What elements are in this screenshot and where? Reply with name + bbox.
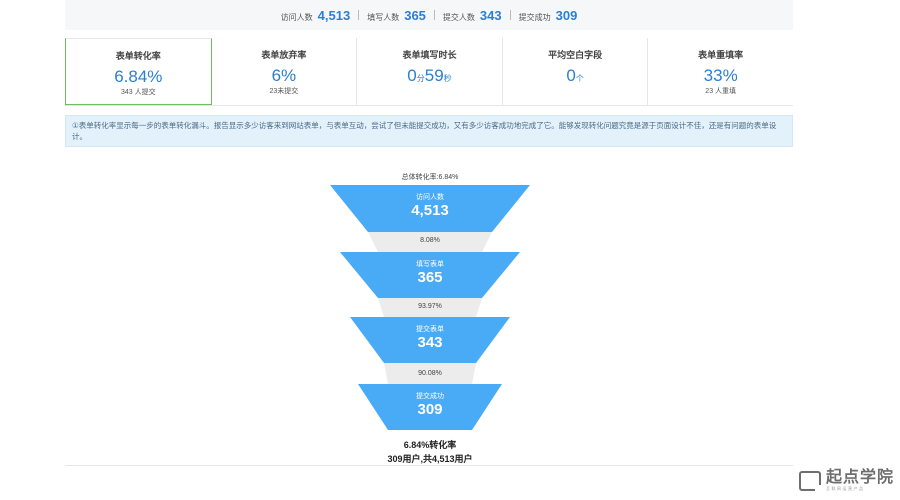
seconds-unit: 秒 [443,74,452,83]
card-sub: 343 人提交 [120,89,156,96]
card-sub: 23未提交 [269,88,299,95]
stage-value: 309 [417,401,443,418]
stat-label: 访问人数 [280,12,313,22]
stage-value: 343 [417,334,443,351]
blank-count: 0 [566,66,576,85]
stat-label: 提交人数 [442,12,475,22]
tab-abandon-rate[interactable]: 表单放弃率 6% 23未提交 [212,38,358,105]
stage-name: 提交成功 [416,393,444,400]
stage-visitors: 访问人数 4,513 [330,193,530,219]
logo-text: 起点学院 互联网运营产品 [826,470,894,492]
stage-submitted: 提交表单 343 [350,325,510,351]
divider [509,10,511,20]
card-label: 平均空白字段 [548,50,603,60]
minutes-unit: 分 [416,74,425,83]
page-root: 访问人数 4,513 填写人数 365 提交人数 343 提交成功 309 表单… [0,0,900,500]
metric-tabs: 表单转化率 6.84% 343 人提交 表单放弃率 6% 23未提交 表单填写时… [65,38,793,106]
rate-label: 8.08% [420,237,440,244]
stat-success: 提交成功 309 [519,8,578,23]
stage-value: 365 [417,269,443,286]
stat-value: 4,513 [317,7,351,23]
stat-fillers: 填写人数 365 [367,8,426,23]
card-label: 表单重填率 [698,50,744,60]
divider [65,465,793,466]
stage-name: 提交表单 [416,326,444,333]
card-value: 6.84% [114,67,163,86]
stat-visitors: 访问人数 4,513 [281,8,351,23]
logo-icon [798,471,822,492]
stage-success: 提交成功 309 [358,392,502,418]
rate-label: 93.97% [418,303,442,310]
card-value: 6% [271,66,297,85]
stage-name: 访问人数 [416,194,444,201]
tab-refill-rate[interactable]: 表单重填率 33% 23 人重填 [648,38,793,105]
stage-value: 4,513 [411,202,449,219]
stage-filled: 填写表单 365 [340,260,520,286]
card-label: 表单放弃率 [261,50,307,60]
rate-label: 90.08% [418,370,442,377]
tab-conversion-rate[interactable]: 表单转化率 6.84% 343 人提交 [65,38,212,105]
summary-users: 309用户,共4,513用户 [387,454,473,464]
tab-fill-duration[interactable]: 表单填写时长 0分59秒 [357,38,503,105]
logo-name: 起点学院 [825,469,894,486]
info-banner: ①表单转化率显示每一步的表单转化漏斗。报告显示多少访客来到网站表单，与表单互动，… [65,115,793,147]
card-value: 0个 [566,67,583,87]
brand-logo: 起点学院 互联网运营产品 [798,470,894,492]
stat-submitters: 提交人数 343 [443,8,502,23]
stat-label: 填写人数 [367,12,400,22]
logo-sub: 互联网运营产品 [825,486,865,491]
stat-label: 提交成功 [518,12,551,22]
card-label: 表单转化率 [115,51,161,61]
stat-value: 365 [404,7,426,23]
card-label: 表单填写时长 [402,50,457,60]
minutes-value: 0 [407,66,417,85]
blank-unit: 个 [575,74,584,83]
stage-name: 填写表单 [416,261,444,268]
card-value: 0分59秒 [407,67,451,87]
card-sub: 23 人重填 [705,88,737,95]
funnel-title: 总体转化率:6.84% [401,174,459,181]
divider [433,10,435,20]
info-text: ①表单转化率显示每一步的表单转化漏斗。报告显示多少访客来到网站表单，与表单互动，… [72,121,777,141]
summary-rate: 6.84%转化率 [403,440,457,450]
seconds-value: 59 [424,66,444,85]
divider [358,10,360,20]
summary-bar: 访问人数 4,513 填写人数 365 提交人数 343 提交成功 309 [65,0,793,30]
tab-blank-fields[interactable]: 平均空白字段 0个 [503,38,649,105]
stat-value: 309 [555,7,578,23]
stat-value: 343 [479,7,502,23]
card-value: 33% [703,66,738,85]
